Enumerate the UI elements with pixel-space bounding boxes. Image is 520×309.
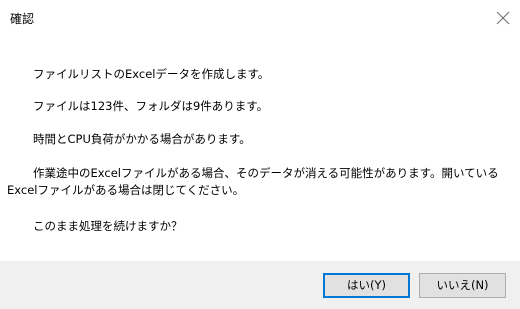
message-line-4: 作業途中のExcelファイルがある場合、そのデータが消える可能性があります。開い… <box>7 166 499 197</box>
message-line-5: このまま処理を続けますか？ <box>33 219 183 233</box>
message-line-3: 時間とCPU負荷がかかる場合があります。 <box>33 132 251 146</box>
message-line-1: ファイルリストのExcelデータを作成します。 <box>33 67 270 81</box>
yes-button[interactable]: はい(Y) <box>323 273 410 298</box>
close-button[interactable] <box>494 9 512 27</box>
message-line-2: ファイルは123件、フォルダは9件あります。 <box>33 99 269 113</box>
dialog-title: 確認 <box>10 12 35 26</box>
no-button[interactable]: いいえ(N) <box>419 273 506 298</box>
close-icon <box>496 11 510 25</box>
confirm-dialog: 確認 ファイルリストのExcelデータを作成します。 ファイルは123件、フォル… <box>0 0 520 309</box>
